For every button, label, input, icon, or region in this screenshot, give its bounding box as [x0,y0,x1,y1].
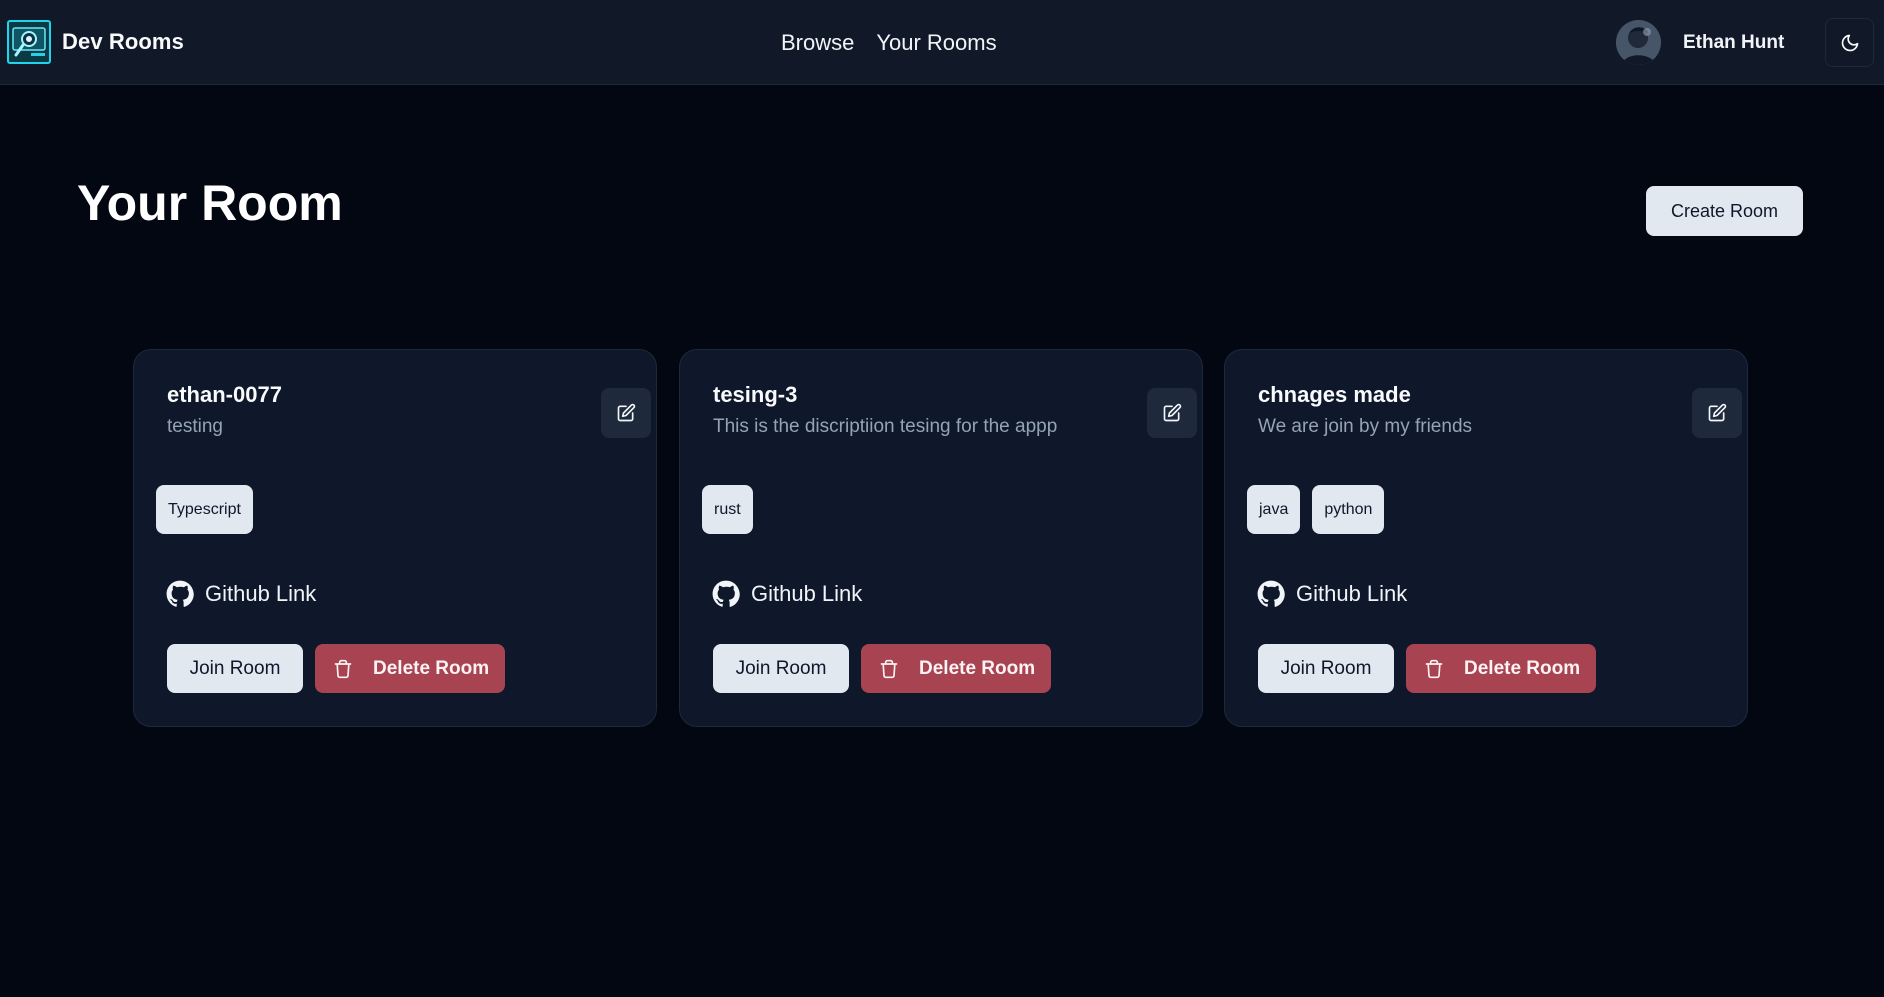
join-room-button[interactable]: Join Room [1258,644,1394,693]
top-navbar: Dev Rooms Browse Your Rooms Ethan Hunt [0,0,1884,85]
theme-toggle-button[interactable] [1825,18,1874,67]
tag-badge[interactable]: rust [702,485,753,534]
github-link[interactable]: Github Link [712,580,862,608]
nav-browse-link[interactable]: Browse [781,29,854,57]
avatar [1616,20,1661,65]
tag-badge[interactable]: java [1247,485,1301,534]
delete-room-button[interactable]: Delete Room [861,644,1051,693]
room-description: This is the discriptiion tesing for the … [713,416,1058,437]
room-description: testing [167,416,223,437]
room-name: chnages made [1258,382,1411,407]
edit-icon [1708,403,1727,422]
moon-icon [1841,34,1858,51]
trash-icon [1424,658,1444,680]
dev-rooms-logo-icon [7,20,51,64]
edit-room-button[interactable] [1147,388,1197,438]
join-room-button[interactable]: Join Room [713,644,849,693]
user-menu[interactable]: Ethan Hunt [1616,20,1784,65]
delete-room-label: Delete Room [919,657,1036,679]
github-link-label: Github Link [751,581,863,606]
github-link[interactable]: Github Link [1257,580,1407,608]
page-title: Your Room [77,175,343,231]
trash-icon [879,658,899,680]
delete-room-label: Delete Room [1464,657,1581,679]
github-link-label: Github Link [205,581,317,606]
tag-badge[interactable]: Typescript [156,485,253,534]
delete-room-button[interactable]: Delete Room [1406,644,1596,693]
user-name: Ethan Hunt [1683,31,1785,53]
github-link-label: Github Link [1296,581,1408,606]
brand-name: Dev Rooms [62,29,184,54]
trash-icon [333,658,353,680]
user-avatar-image [1616,20,1661,65]
edit-icon [617,403,636,422]
room-tags: Typescript [156,485,253,534]
room-card: ethan-0077 testing Typescript Github Lin… [133,349,657,727]
room-tags: java python [1247,485,1385,534]
github-icon [166,580,194,607]
room-name: tesing-3 [713,382,798,407]
room-card: tesing-3 This is the discriptiion tesing… [679,349,1203,727]
delete-room-label: Delete Room [373,657,490,679]
github-link[interactable]: Github Link [166,580,316,608]
tag-badge[interactable]: python [1312,485,1385,534]
room-name: ethan-0077 [167,382,282,407]
room-tags: rust [702,485,753,534]
edit-icon [1163,403,1182,422]
delete-room-button[interactable]: Delete Room [315,644,505,693]
brand-home-link[interactable]: Dev Rooms [7,20,184,64]
nav-your-rooms-link[interactable]: Your Rooms [876,29,996,57]
github-icon [1257,580,1285,607]
edit-room-button[interactable] [601,388,651,438]
main-nav: Browse Your Rooms [781,29,997,57]
github-icon [712,580,740,607]
create-room-button[interactable]: Create Room [1646,186,1803,236]
room-description: We are join by my friends [1258,416,1473,437]
room-card: chnages made We are join by my friends j… [1224,349,1748,727]
edit-room-button[interactable] [1692,388,1742,438]
join-room-button[interactable]: Join Room [167,644,303,693]
